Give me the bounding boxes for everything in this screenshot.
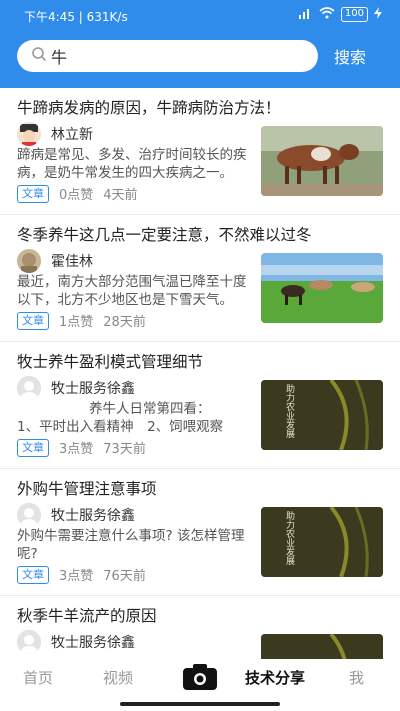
post-time: 4天前 — [103, 188, 138, 203]
author-row: 牧士服务徐鑫 — [17, 376, 135, 400]
article-title[interactable]: 冬季养牛这几点一定要注意，不然难以过冬 — [17, 223, 387, 245]
like-count: 3点赞 — [59, 442, 94, 457]
signal-icon — [298, 7, 313, 22]
summary-line-2: 1、平时出入看精神 2、饲喂观察 — [17, 419, 224, 435]
summary-line-1: 养牛人日常第四看： — [89, 401, 211, 417]
tab-me[interactable]: 我 — [349, 667, 364, 688]
avatar[interactable] — [17, 630, 41, 654]
article-meta: 文章 3点赞 73天前 — [17, 438, 146, 457]
header: 下午4:45 | 631K/s 100 搜索 — [0, 0, 400, 88]
author-name[interactable]: 牧士服务徐鑫 — [51, 505, 135, 525]
article-summary: 外购牛需要注意什么事项? 该怎样管理呢? — [17, 528, 245, 562]
network-speed: 631K/s — [86, 10, 128, 24]
article-summary: 养牛人日常第四看： 1、平时出入看精神 2、饲喂观察 — [17, 400, 249, 436]
author-row: 牧士服务徐鑫 — [17, 503, 135, 527]
list-item[interactable]: 牛蹄病发病的原因，牛蹄病防治方法！ 林立新 蹄病是常见、多发、治疗时间较长的疾病… — [0, 88, 400, 215]
type-badge: 文章 — [17, 438, 49, 457]
search-button[interactable]: 搜索 — [334, 44, 366, 68]
article-meta: 文章 0点赞 4天前 — [17, 184, 138, 203]
search-icon — [31, 46, 47, 66]
post-time: 28天前 — [103, 315, 146, 330]
charging-icon — [374, 7, 382, 22]
status-icons: 100 — [298, 7, 382, 22]
status-time: 下午4:45 | 631K/s — [24, 10, 128, 24]
search-box[interactable] — [17, 40, 318, 72]
like-count: 3点赞 — [59, 569, 94, 584]
camera-icon[interactable] — [182, 663, 218, 691]
thumbnail-caption: 助力农业发展 — [284, 384, 294, 438]
article-thumbnail[interactable]: 助力农业发展 — [261, 507, 383, 577]
post-time: 76天前 — [103, 569, 146, 584]
article-title[interactable]: 牧士养牛盈利模式管理细节 — [17, 350, 387, 372]
author-row: 牧士服务徐鑫 — [17, 630, 135, 654]
article-summary: 蹄病是常见、多发、治疗时间较长的疾病，是奶牛常发生的四大疾病之一。 — [17, 147, 247, 181]
article-thumbnail[interactable]: 助力农业发展 — [261, 380, 383, 450]
author-name[interactable]: 霍佳林 — [51, 251, 93, 271]
list-item[interactable]: 秋季牛羊流产的原因 牧士服务徐鑫 — [0, 596, 400, 659]
search-input[interactable] — [51, 46, 291, 66]
article-list[interactable]: 牛蹄病发病的原因，牛蹄病防治方法！ 林立新 蹄病是常见、多发、治疗时间较长的疾病… — [0, 88, 400, 659]
author-name[interactable]: 牧士服务徐鑫 — [51, 632, 135, 652]
home-indicator[interactable] — [120, 702, 280, 706]
status-bar: 下午4:45 | 631K/s 100 — [0, 0, 400, 32]
like-count: 0点赞 — [59, 188, 94, 203]
article-meta: 文章 3点赞 76天前 — [17, 565, 146, 584]
type-badge: 文章 — [17, 565, 49, 584]
tab-tech-share[interactable]: 技术分享 — [245, 667, 305, 688]
list-item[interactable]: 牧士养牛盈利模式管理细节 牧士服务徐鑫 养牛人日常第四看： 1、平时出入看精神 … — [0, 342, 400, 469]
article-thumbnail[interactable] — [261, 253, 383, 323]
article-thumbnail[interactable] — [261, 126, 383, 196]
search-row: 搜索 — [0, 40, 400, 74]
battery-icon: 100 — [340, 7, 368, 22]
author-row: 霍佳林 — [17, 249, 93, 273]
avatar[interactable] — [17, 376, 41, 400]
article-thumbnail[interactable] — [261, 634, 383, 659]
article-title[interactable]: 秋季牛羊流产的原因 — [17, 604, 387, 626]
thumbnail-caption: 助力农业发展 — [284, 511, 294, 565]
author-name[interactable]: 林立新 — [51, 124, 93, 144]
avatar[interactable] — [17, 122, 41, 146]
type-badge: 文章 — [17, 184, 49, 203]
author-name[interactable]: 牧士服务徐鑫 — [51, 378, 135, 398]
list-item[interactable]: 外购牛管理注意事项 牧士服务徐鑫 外购牛需要注意什么事项? 该怎样管理呢? 文章… — [0, 469, 400, 596]
tab-video[interactable]: 视频 — [103, 667, 133, 688]
article-meta: 文章 1点赞 28天前 — [17, 311, 146, 330]
type-badge: 文章 — [17, 311, 49, 330]
article-title[interactable]: 外购牛管理注意事项 — [17, 477, 387, 499]
article-title[interactable]: 牛蹄病发病的原因，牛蹄病防治方法！ — [17, 96, 387, 118]
wifi-icon — [319, 7, 335, 22]
time-text: 下午4:45 — [24, 10, 75, 24]
post-time: 73天前 — [103, 442, 146, 457]
article-summary: 最近，南方大部分范围气温已降至十度以下，北方不少地区也是下雪天气。 — [17, 274, 247, 308]
author-row: 林立新 — [17, 122, 93, 146]
avatar[interactable] — [17, 249, 41, 273]
avatar[interactable] — [17, 503, 41, 527]
list-item[interactable]: 冬季养牛这几点一定要注意，不然难以过冬 霍佳林 最近，南方大部分范围气温已降至十… — [0, 215, 400, 342]
bottom-nav: 首页 视频 技术分享 我 — [0, 659, 400, 711]
tab-home[interactable]: 首页 — [23, 667, 53, 688]
like-count: 1点赞 — [59, 315, 94, 330]
